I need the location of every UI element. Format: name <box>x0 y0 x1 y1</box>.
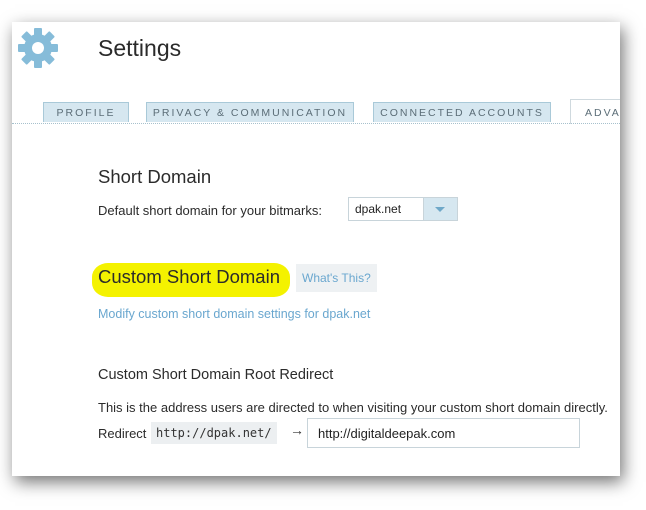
tab-privacy-communication[interactable]: PRIVACY & COMMUNICATION <box>146 102 354 122</box>
short-domain-label: Default short domain for your bitmarks: <box>98 203 322 218</box>
short-domain-heading: Short Domain <box>98 166 212 187</box>
arrow-right-icon: → <box>290 422 304 438</box>
short-domain-value: dpak.net <box>355 202 402 216</box>
page-title: Settings <box>98 35 182 61</box>
redirect-label: Redirect <box>98 426 147 441</box>
redirect-prefix: http://dpak.net/ <box>151 422 277 444</box>
tab-profile[interactable]: PROFILE <box>43 102 129 122</box>
chevron-down-icon[interactable] <box>423 198 457 220</box>
root-redirect-description: This is the address users are directed t… <box>98 400 608 415</box>
tab-advanced[interactable]: ADVANCED <box>570 99 620 124</box>
settings-panel: Settings PROFILE PRIVACY & COMMUNICATION… <box>12 22 620 476</box>
redirect-url-input[interactable] <box>307 418 580 448</box>
gear-icon <box>18 28 58 68</box>
custom-short-domain-heading: Custom Short Domain <box>98 266 280 287</box>
short-domain-select[interactable]: dpak.net <box>348 197 458 221</box>
modify-custom-domain-link[interactable]: Modify custom short domain settings for … <box>98 307 370 321</box>
root-redirect-heading: Custom Short Domain Root Redirect <box>98 367 334 383</box>
whats-this-link[interactable]: What's This? <box>296 264 377 292</box>
tab-divider <box>12 123 620 124</box>
tab-connected-accounts[interactable]: CONNECTED ACCOUNTS <box>373 102 551 122</box>
